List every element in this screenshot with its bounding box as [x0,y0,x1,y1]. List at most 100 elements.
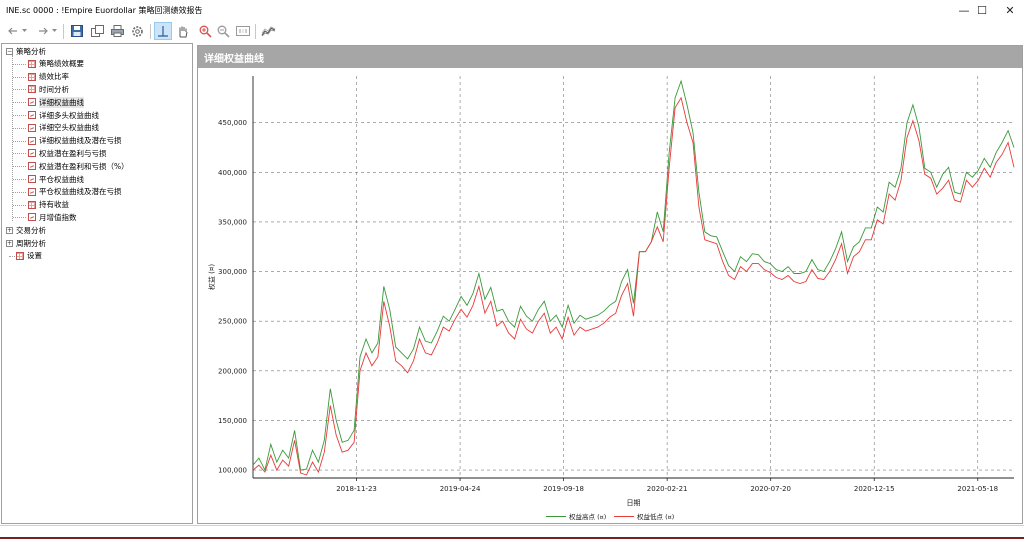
tree-node[interactable]: 详细多头权益曲线 [28,109,99,121]
tree-guide-line [13,153,26,155]
navigation-tree: − 策略分析 策略绩效概要 绩效比率 时间分析 详细权益曲线 详细多头权益曲线 详细空头权益曲… [1,43,193,524]
toolbar [0,21,1024,43]
tree-guide-line [13,89,26,91]
equity-chart[interactable]: 100,000 150,000 200,000 250,000 300,000 350,0… [198,68,1022,523]
crosshair-icon[interactable] [154,22,172,40]
chart-panel: 详细权益曲线 100,000 150,000 200,000 250,000 300,0… [197,45,1023,524]
line-chart-report-icon [28,162,36,171]
print-icon[interactable] [108,22,126,40]
tree-node[interactable]: 月增值指数 [28,211,77,223]
app-window: INE.sc 0000 : !Empire Euordollar 策略回测绩效报… [0,0,1024,539]
x-tick-label: 2020-12-15 [854,485,895,493]
y-tick-label: 350,000 [218,218,247,226]
tree-guide-line [13,127,26,129]
expand-icon[interactable]: + [6,226,13,234]
tree-node[interactable]: 绩效比率 [28,71,69,83]
tree-guide-line [12,55,13,222]
collapse-icon[interactable]: − [6,47,13,55]
tree-node-label: 详细权益曲线 [39,96,84,108]
tree-node-label: 详细权益曲线及潜在亏损 [39,136,122,146]
hand-icon[interactable] [174,22,192,40]
window-title: INE.sc 0000 : !Empire Euordollar 策略回测绩效报… [6,6,203,15]
tree-guide-line [13,140,26,142]
tree-guide-line [13,102,26,104]
line-chart-report-icon [28,187,36,196]
line-chart-report-icon [28,175,36,183]
tree-node[interactable]: + 交易分析 [6,224,46,236]
tree-node[interactable]: 详细空头权益曲线 [28,122,99,134]
tree-node[interactable]: 时间分析 [28,83,69,95]
x-axis-title: 日期 [627,499,641,507]
tree-guide-line [13,166,26,168]
table-report-icon [28,59,36,68]
tree-guide-line [13,204,26,206]
tree-node[interactable]: + 周期分析 [6,237,46,249]
tree-guide-line [13,63,26,65]
settings-icon[interactable] [128,22,146,40]
y-tick-label: 400,000 [218,169,247,177]
tree-node-label: 绩效比率 [39,72,69,82]
panel-title: 详细权益曲线 [198,46,1022,68]
tree-node[interactable]: 详细权益曲线 [28,96,84,108]
status-bar [0,525,1024,539]
tree-node[interactable]: − 策略分析 [6,45,46,57]
expand-icon[interactable]: + [6,239,13,247]
zoom-in-icon[interactable] [196,22,214,40]
copy-icon[interactable] [88,22,106,40]
tree-node-label: 策略分析 [16,46,46,56]
line-chart-report-icon [28,123,36,132]
back-dropdown-icon[interactable] [20,22,28,40]
tree-node-label: 月增值指数 [39,212,77,222]
tree-node[interactable]: 权益潜在盈利和亏损（%） [28,160,129,172]
zoom-reset-icon[interactable] [234,22,252,40]
chart-type-icon[interactable] [259,22,277,40]
zoom-out-icon[interactable] [214,22,232,40]
tree-guide-line [13,191,26,193]
line-chart-report-icon [28,149,36,158]
tree-node[interactable]: 详细权益曲线及潜在亏损 [28,135,122,147]
series-line [252,96,1015,476]
x-tick-label: 2018-11-23 [336,485,377,493]
tree-node-label: 平仓权益曲线及潜在亏损 [39,187,122,197]
y-tick-label: 100,000 [218,467,247,475]
tree-node[interactable]: 权益潜在盈利与亏损 [28,147,107,159]
y-tick-label: 150,000 [218,417,247,425]
line-chart-report-icon [28,98,36,107]
tree-node-label: 权益潜在盈利与亏损 [39,148,107,158]
tree-node-label: 详细多头权益曲线 [39,110,99,120]
save-icon[interactable] [68,22,86,40]
toolbar-separator [255,24,256,39]
series-line [252,79,1015,472]
y-tick-label: 450,000 [218,119,247,127]
y-axis-title: 权益 (¤) [207,264,216,290]
line-chart-report-icon [28,213,36,222]
x-tick-label: 2019-09-18 [543,485,584,493]
toolbar-separator [150,24,151,39]
tree-node[interactable]: 持有收益 [28,199,69,211]
y-tick-label: 300,000 [218,268,247,276]
y-tick-label: 200,000 [218,367,247,375]
table-report-icon [16,251,24,260]
legend-label: 权益高点 (¤) [569,512,606,521]
close-button[interactable]: ✕ [990,0,1024,21]
x-tick-label: 2019-04-24 [440,485,481,493]
table-report-icon [28,85,36,94]
title-bar: INE.sc 0000 : !Empire Euordollar 策略回测绩效报… [0,0,1024,21]
tree-node-label: 时间分析 [39,84,69,94]
table-report-icon [28,200,36,209]
tree-node-label: 详细空头权益曲线 [39,123,99,133]
tree-guide-line [13,76,26,78]
tree-node[interactable]: 策略绩效概要 [28,58,84,70]
forward-dropdown-icon[interactable] [50,22,58,40]
tree-node[interactable]: 平仓权益曲线 [28,173,84,185]
tree-node-label: 交易分析 [16,225,46,235]
table-report-icon [28,72,36,81]
legend-label: 权益低点 (¤) [637,512,674,521]
tree-node-label: 平仓权益曲线 [39,174,84,184]
tree-node[interactable]: 平仓权益曲线及潜在亏损 [28,186,122,198]
x-tick-label: 2021-05-18 [957,485,998,493]
x-tick-label: 2020-07-20 [750,485,791,493]
tree-node[interactable]: 设置 [16,250,42,262]
tree-guide-line [13,115,26,116]
tree-node-label: 周期分析 [16,238,46,248]
